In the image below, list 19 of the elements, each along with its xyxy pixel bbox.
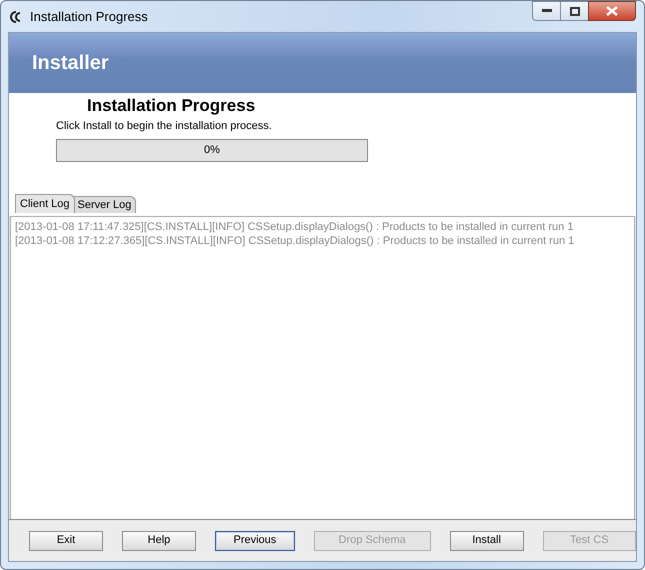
close-icon — [606, 6, 618, 16]
log-tab[interactable]: Client Log — [15, 194, 75, 213]
maximize-button[interactable] — [561, 1, 588, 21]
window-title: Installation Progress — [30, 8, 148, 26]
action-button[interactable]: Previous — [214, 530, 295, 550]
log-tab[interactable]: Server Log — [72, 196, 136, 213]
log-line: [2013-01-08 17:12:27.365][CS.INSTALL][INFO] CSSetup.displayDialogs() : Products to be installed in current run 1 — [15, 234, 574, 248]
page-heading: Installation Progress — [87, 95, 256, 117]
maximize-icon — [570, 6, 580, 16]
instruction-text: Click Install to begin the installation process. — [56, 119, 273, 134]
minimize-button[interactable] — [532, 1, 561, 21]
progress-reading: 0% — [204, 143, 220, 158]
log-line: [2013-01-08 17:11:47.325][CS.INSTALL][INFO] CSSetup.displayDialogs() : Products to be installed in current run 1 — [15, 220, 574, 234]
action-button[interactable]: Install — [450, 530, 524, 550]
header-title: Installer — [32, 51, 109, 76]
close-button[interactable] — [588, 1, 636, 21]
action-button[interactable]: Exit — [29, 530, 103, 550]
minimize-icon — [542, 9, 552, 13]
action-button[interactable]: Help — [122, 530, 196, 550]
